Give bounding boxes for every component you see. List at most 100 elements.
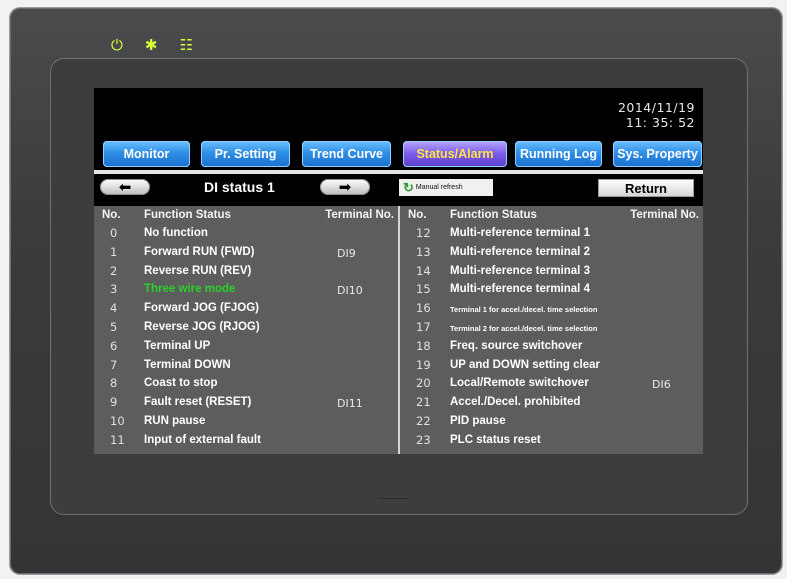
row-number: 17 xyxy=(416,319,431,334)
row-number: 15 xyxy=(416,282,431,297)
page-title: DI status 1 xyxy=(204,179,275,195)
tab-running-log[interactable]: Running Log xyxy=(515,141,602,167)
row-number: 20 xyxy=(416,376,431,391)
table-row: 2 Reverse RUN (REV) xyxy=(94,262,398,281)
tab-trend-curve[interactable]: Trend Curve xyxy=(302,141,391,167)
di-table-left: No. Function Status Terminal No. 0 No fun… xyxy=(94,206,398,454)
tab-sys-property[interactable]: Sys. Property xyxy=(613,141,702,167)
row-number: 18 xyxy=(416,338,431,353)
table-row: 12 Multi-reference terminal 1 xyxy=(400,224,703,243)
row-function: Forward JOG (FJOG) xyxy=(144,302,260,315)
sun-icon: ✱ xyxy=(144,37,158,54)
hmi-screen: 2014/11/19 11: 35: 52 Monitor Pr. Settin… xyxy=(94,88,703,454)
di-table-right: No. Function Status Terminal No. 12 Multi… xyxy=(400,206,703,454)
time-text: 11: 35: 52 xyxy=(625,115,695,130)
table-row: 3 Three wire mode DI10 xyxy=(94,280,398,299)
table-row: 21 Accel./Decel. prohibited xyxy=(400,393,703,412)
row-number: 14 xyxy=(416,263,431,278)
row-function: PLC status reset xyxy=(450,433,541,446)
table-row: 4 Forward JOG (FJOG) xyxy=(94,299,398,318)
row-number: 4 xyxy=(110,301,118,316)
row-number: 19 xyxy=(416,357,431,372)
bezel-slot xyxy=(378,498,408,499)
row-number: 2 xyxy=(110,263,118,278)
header-function: Function Status xyxy=(450,209,537,221)
row-function: RUN pause xyxy=(144,414,206,427)
table-row: 0 No function xyxy=(94,224,398,243)
table-row: 23 PLC status reset xyxy=(400,431,703,450)
row-function: Multi-reference terminal 4 xyxy=(450,283,590,296)
row-terminal: DI11 xyxy=(337,397,363,411)
row-number: 16 xyxy=(416,301,431,316)
row-function: Terminal 2 for accel./decel. time select… xyxy=(450,323,598,333)
row-terminal: DI9 xyxy=(337,246,356,260)
row-function: Reverse JOG (RJOG) xyxy=(144,320,260,333)
table-row: 5 Reverse JOG (RJOG) xyxy=(94,318,398,337)
manual-refresh-button[interactable]: ↻ Manual refresh xyxy=(399,179,493,196)
table-row: 10 RUN pause xyxy=(94,412,398,431)
table-row: 13 Multi-reference terminal 2 xyxy=(400,243,703,262)
di-rows-left: 0 No function 1 Forward RUN (FWD) DI9 2 Revers… xyxy=(94,224,398,450)
row-terminal: DI10 xyxy=(337,284,363,298)
table-row: 14 Multi-reference terminal 3 xyxy=(400,262,703,281)
date-text: 2014/11/19 xyxy=(617,100,695,115)
di-status-table: No. Function Status Terminal No. 0 No fun… xyxy=(94,206,703,454)
table-row: 6 Terminal UP xyxy=(94,337,398,356)
row-function: Reverse RUN (REV) xyxy=(144,264,252,277)
table-header: No. Function Status Terminal No. xyxy=(400,206,703,224)
table-row: 15 Multi-reference terminal 4 xyxy=(400,280,703,299)
status-leds: ⏻ ✱ ☷ xyxy=(111,38,193,54)
table-row: 22 PID pause xyxy=(400,412,703,431)
row-function: Freq. source switchover xyxy=(450,339,583,352)
tab-monitor[interactable]: Monitor xyxy=(103,141,190,167)
row-number: 1 xyxy=(110,244,118,259)
table-header: No. Function Status Terminal No. xyxy=(94,206,398,224)
header-terminal: Terminal No. xyxy=(325,209,394,221)
row-number: 21 xyxy=(416,395,431,410)
row-number: 6 xyxy=(110,338,118,353)
arrow-left-icon: ⬅ xyxy=(118,178,132,196)
table-row: 20 Local/Remote switchover DI6 xyxy=(400,374,703,393)
table-row: 7 Terminal DOWN xyxy=(94,356,398,375)
row-number: 22 xyxy=(416,413,431,428)
row-function: PID pause xyxy=(450,414,506,427)
prev-page-button[interactable]: ⬅ xyxy=(100,179,150,195)
header-function: Function Status xyxy=(144,209,231,221)
row-function: Multi-reference terminal 3 xyxy=(450,264,590,277)
row-function: No function xyxy=(144,227,208,239)
header-no: No. xyxy=(102,209,121,221)
row-function: Multi-reference terminal 1 xyxy=(450,227,590,239)
table-row: 8 Coast to stop xyxy=(94,374,398,393)
row-number: 10 xyxy=(110,413,125,428)
tab-pr-setting[interactable]: Pr. Setting xyxy=(201,141,290,167)
header-no: No. xyxy=(408,209,427,221)
row-function: Three wire mode xyxy=(144,283,236,296)
row-function: Terminal UP xyxy=(144,339,211,352)
row-function: Input of external fault xyxy=(144,433,261,446)
row-function: Forward RUN (FWD) xyxy=(144,245,255,258)
row-function: Terminal DOWN xyxy=(144,358,231,371)
page-toolbar: ⬅ DI status 1 ➡ ↻ Manual refresh Return xyxy=(94,174,703,206)
table-row: 18 Freq. source switchover xyxy=(400,337,703,356)
row-function: Multi-reference terminal 2 xyxy=(450,245,590,258)
row-number: 12 xyxy=(416,226,431,240)
row-function: Terminal 1 for accel./decel. time select… xyxy=(450,305,598,315)
row-number: 11 xyxy=(110,432,125,447)
datetime: 2014/11/19 11: 35: 52 xyxy=(618,100,695,130)
row-number: 8 xyxy=(110,376,118,391)
tab-status-alarm[interactable]: Status/Alarm xyxy=(403,141,507,167)
next-page-button[interactable]: ➡ xyxy=(320,179,370,195)
table-row: 9 Fault reset (RESET) DI11 xyxy=(94,393,398,412)
table-row: 11 Input of external fault xyxy=(94,431,398,450)
table-row: 1 Forward RUN (FWD) DI9 xyxy=(94,243,398,262)
return-button[interactable]: Return xyxy=(598,179,694,197)
row-function: Local/Remote switchover xyxy=(450,377,589,390)
refresh-icon: ↻ xyxy=(403,180,414,195)
network-icon: ☷ xyxy=(179,37,193,54)
row-number: 13 xyxy=(416,244,431,259)
power-icon: ⏻ xyxy=(111,37,123,54)
row-terminal: DI6 xyxy=(652,378,671,392)
arrow-right-icon: ➡ xyxy=(338,178,352,196)
row-number: 5 xyxy=(110,319,118,334)
row-function: Fault reset (RESET) xyxy=(144,396,252,409)
